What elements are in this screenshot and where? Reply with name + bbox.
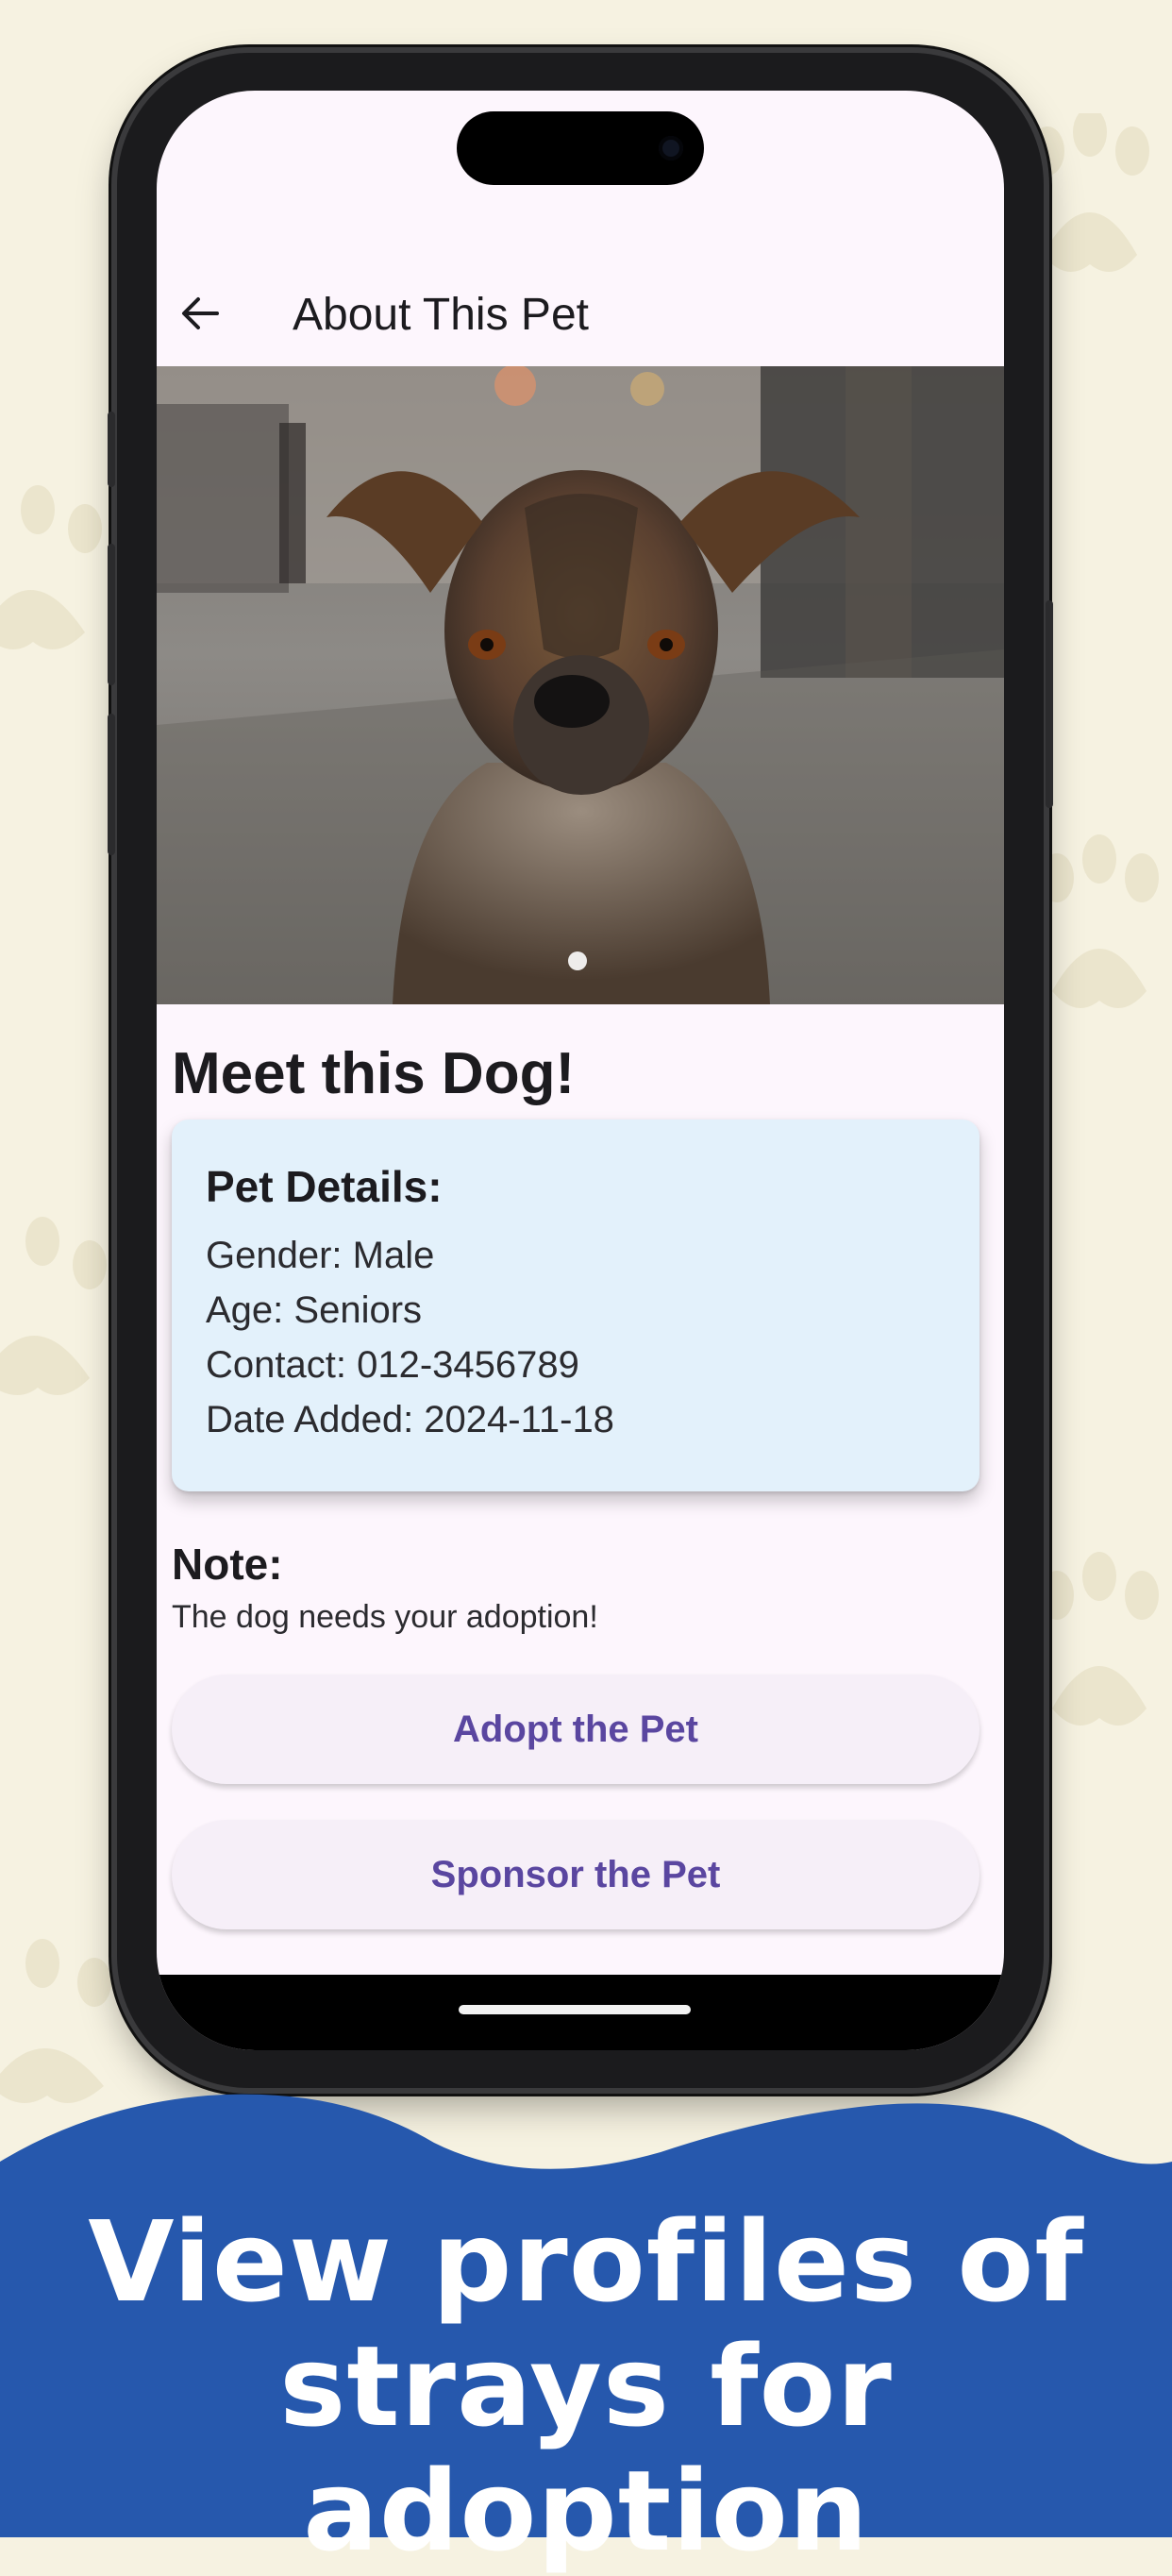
carousel-page-indicator[interactable] xyxy=(568,951,587,970)
page-title: About This Pet xyxy=(293,290,589,340)
adopt-button[interactable]: Adopt the Pet xyxy=(172,1675,979,1784)
contact-detail: Contact: 012-3456789 xyxy=(206,1344,579,1386)
side-button xyxy=(108,412,115,487)
pet-details-title: Pet Details: xyxy=(206,1162,443,1211)
sponsor-button[interactable]: Sponsor the Pet xyxy=(172,1820,979,1929)
arrow-left-icon xyxy=(182,297,219,329)
power-button xyxy=(1046,600,1053,808)
dog-photo xyxy=(157,366,1004,1004)
pet-details-card: Pet Details: Gender: Male Age: Seniors C… xyxy=(172,1120,979,1491)
pet-photo-carousel[interactable] xyxy=(157,366,1004,1004)
gender-detail: Gender: Male xyxy=(206,1235,435,1276)
volume-down-button xyxy=(108,714,115,855)
age-detail: Age: Seniors xyxy=(206,1289,423,1331)
caption-line-1: View profiles of xyxy=(88,2197,1084,2327)
dynamic-island xyxy=(457,111,704,185)
back-button[interactable] xyxy=(172,285,228,342)
home-indicator[interactable] xyxy=(459,2005,691,2014)
phone-frame: About This Pet Meet this Dog! Pet Detail… xyxy=(108,53,1053,2088)
caption-line-2: strays for adoption xyxy=(279,2321,893,2576)
section-heading: Meet this Dog! xyxy=(172,1041,576,1106)
app-bar: About This Pet xyxy=(157,270,1004,357)
note-text: The dog needs your adoption! xyxy=(172,1599,598,1635)
volume-up-button xyxy=(108,544,115,685)
date-added-detail: Date Added: 2024-11-18 xyxy=(206,1399,614,1440)
paw-print-icon xyxy=(1040,1552,1159,1726)
paw-print-icon xyxy=(0,485,102,649)
app-screen: About This Pet Meet this Dog! Pet Detail… xyxy=(157,91,1004,2050)
camera-icon xyxy=(659,136,683,160)
paw-print-icon xyxy=(0,1217,107,1395)
promo-caption: View profiles of strays for adoption xyxy=(0,2199,1172,2573)
paw-print-icon xyxy=(1040,834,1159,1008)
note-label: Note: xyxy=(172,1540,283,1589)
